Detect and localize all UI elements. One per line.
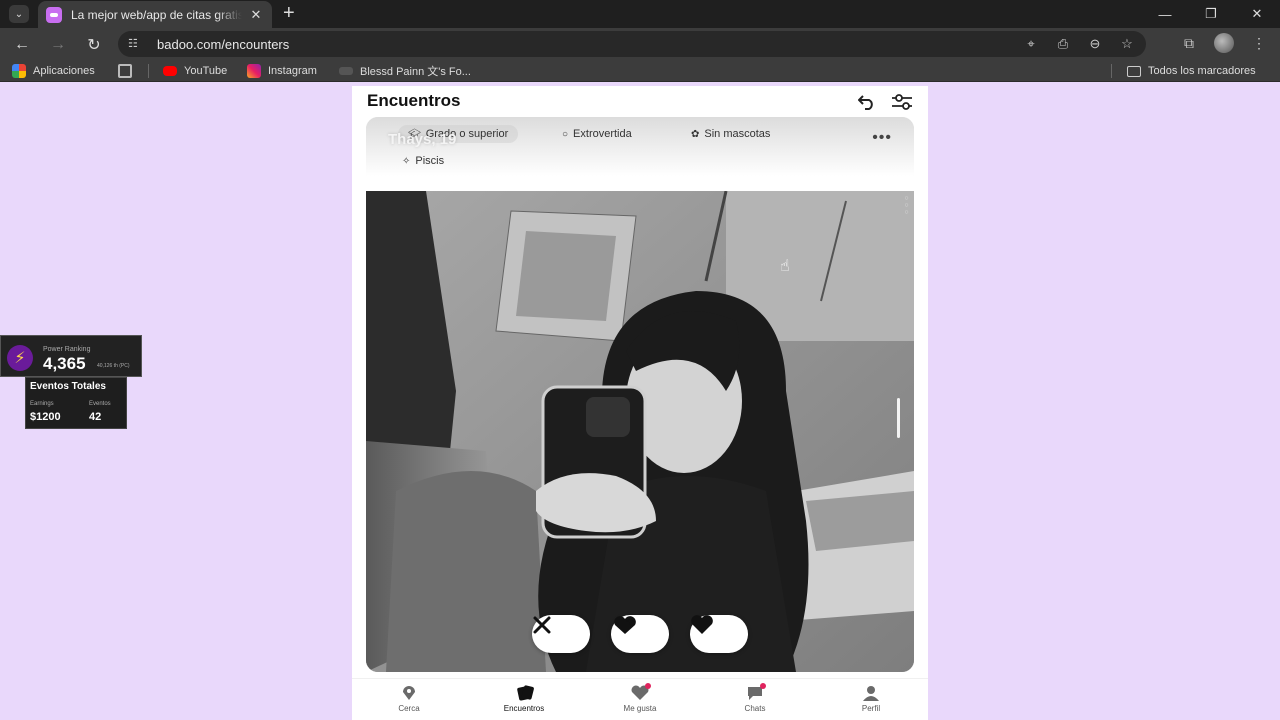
location-icon[interactable]: ⌖ [1020,34,1042,54]
profile-card[interactable]: 🎓︎ Grado o superior ○ Extrovertida ✿ Sin… [366,117,914,672]
nav-label: Encuentros [503,704,545,713]
bookmark-label: Aplicaciones [33,65,95,77]
bookmarks-bar: Aplicaciones YouTube Instagram Blessd Pa… [0,60,1280,82]
power-ranking-sub: 40,126 th (PC) [97,363,130,369]
tab-search-chevron-icon[interactable]: ⌄ [9,5,29,23]
chip-personality: ○ Extrovertida [552,125,642,143]
bookmark-youtube[interactable]: YouTube [163,63,227,79]
nav-label: Cerca [398,704,420,713]
nav-label: Me gusta [623,704,657,713]
encounters-app: Encuentros 🎓︎ Grado o superior ○ Extrove… [352,86,928,720]
more-options-icon[interactable]: ••• [872,129,892,147]
nav-item-me-gusta[interactable]: Me gusta [600,683,680,713]
tab-close-icon[interactable]: ✕ [248,7,264,23]
speech-bubble-icon: ○ [562,128,569,140]
cards-icon [515,685,534,701]
close-window-icon[interactable]: ✕ [1234,0,1280,28]
browser-toolbar: ← → ↻ ☷ badoo.com/encounters ⌖ ⎙ ⊖ ☆ ⧉ ⋮ [0,28,1280,60]
page-title: Encuentros [367,91,461,110]
address-bar[interactable]: ☷ badoo.com/encounters ⌖ ⎙ ⊖ ☆ [118,31,1146,57]
chip-label: Sin mascotas [704,128,771,140]
heart-icon [631,683,651,701]
bookmark-label: Instagram [268,65,317,77]
reload-icon[interactable]: ↻ [83,34,105,56]
minimize-icon[interactable]: — [1142,0,1188,28]
chip-label: Extrovertida [573,128,632,140]
nav-item-cerca[interactable]: Cerca [369,685,449,713]
location-pin-icon [400,685,418,701]
chip-label: Piscis [415,155,445,167]
nav-label: Perfil [861,704,881,713]
browser-tab-bar: ⌄ La mejor web/app de citas gratis ✕ + —… [0,0,1280,28]
events-overlay: Eventos Totales Earnings $1200 Eventos 4… [25,377,127,429]
url-text[interactable]: badoo.com/encounters [157,37,289,52]
all-bookmarks[interactable]: Todos los marcadores [1127,63,1256,79]
nav-item-encuentros[interactable]: Encuentros [484,685,564,713]
bookmark-soundcloud[interactable]: Blessd Painn 文's Fo... [339,63,471,79]
site-info-icon[interactable]: ☷ [128,37,144,51]
power-ranking-value: 4,365 [43,354,86,373]
tab-title: La mejor web/app de citas gratis [71,7,242,22]
forward-arrow-icon[interactable]: → [47,34,69,56]
badoo-favicon-icon [46,6,62,23]
all-bookmarks-label: Todos los marcadores [1148,65,1256,77]
apps-grid-icon [12,64,26,78]
bookmark-instagram[interactable]: Instagram [247,63,317,79]
restore-icon[interactable]: ❐ [1188,0,1234,28]
chat-icon [746,683,766,701]
undo-icon[interactable] [855,90,879,114]
bottom-navigation: Cerca Encuentros Me gusta Chats Perfil [352,678,928,720]
chip-pets: ✿ Sin mascotas [681,125,780,143]
notification-dot [760,683,766,689]
hand-cursor-icon: ☝︎ [780,258,790,275]
events-label: Eventos [89,401,111,407]
nav-item-chats[interactable]: Chats [715,683,795,713]
pass-button[interactable] [532,615,590,653]
profile-photo[interactable]: ○○○ [366,191,914,672]
profile-name: Thays, 19 [388,131,457,148]
paw-icon: ✿ [691,128,700,140]
kebab-menu-icon[interactable]: ⋮ [1248,32,1270,54]
folder-icon [1127,65,1141,77]
soundcloud-icon [339,67,353,75]
youtube-icon [163,66,177,76]
bookmark-label: Blessd Painn 文's Fo... [360,66,471,78]
earnings-value: $1200 [30,411,61,423]
earnings-label: Earnings [30,401,54,407]
notification-dot [645,683,651,689]
back-arrow-icon[interactable]: ← [11,34,33,56]
photo-page-dots: ○○○ [903,195,910,216]
like-button[interactable] [690,615,748,653]
power-ranking-overlay: ⚡︎ Power Ranking 4,365 40,126 th (PC) [0,335,142,377]
zodiac-icon: ✧ [402,155,411,167]
bookmark-label: YouTube [184,65,228,77]
events-value: 42 [89,411,102,423]
profile-avatar-icon[interactable] [1214,33,1234,53]
card-header: 🎓︎ Grado o superior ○ Extrovertida ✿ Sin… [366,117,914,191]
install-app-icon[interactable]: ⎙ [1052,34,1074,54]
instagram-icon [247,64,261,78]
extensions-puzzle-icon[interactable]: ⧉ [1178,32,1200,54]
lightning-bolt-icon: ⚡︎ [7,345,33,371]
person-icon [862,685,880,701]
bookmark-apps[interactable]: Aplicaciones [12,63,95,79]
zoom-icon[interactable]: ⊖ [1084,34,1106,54]
tab-groups-icon[interactable] [118,63,139,79]
events-title: Eventos Totales [30,381,106,392]
nav-item-perfil[interactable]: Perfil [831,685,911,713]
photo-scroll-indicator [897,398,900,438]
superlike-button[interactable] [611,615,669,653]
nav-label: Chats [744,704,766,713]
bookmark-star-icon[interactable]: ☆ [1116,34,1138,54]
power-ranking-label: Power Ranking [43,346,91,353]
active-tab[interactable]: La mejor web/app de citas gratis ✕ [38,1,272,28]
photo-illustration [366,191,914,672]
chip-zodiac: ✧ Piscis [392,152,454,170]
new-tab-plus-icon[interactable]: + [283,3,295,23]
filters-icon[interactable] [890,90,914,114]
